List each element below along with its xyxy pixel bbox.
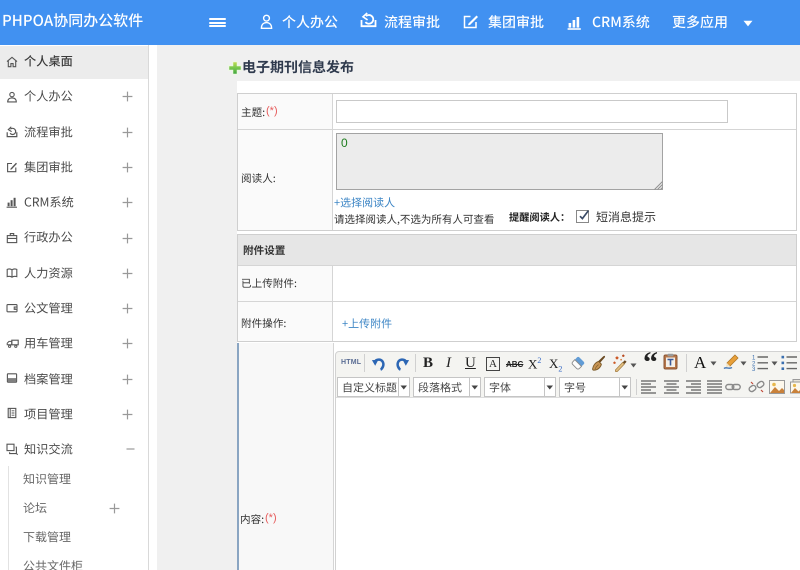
svg-text:3: 3 <box>752 367 756 371</box>
